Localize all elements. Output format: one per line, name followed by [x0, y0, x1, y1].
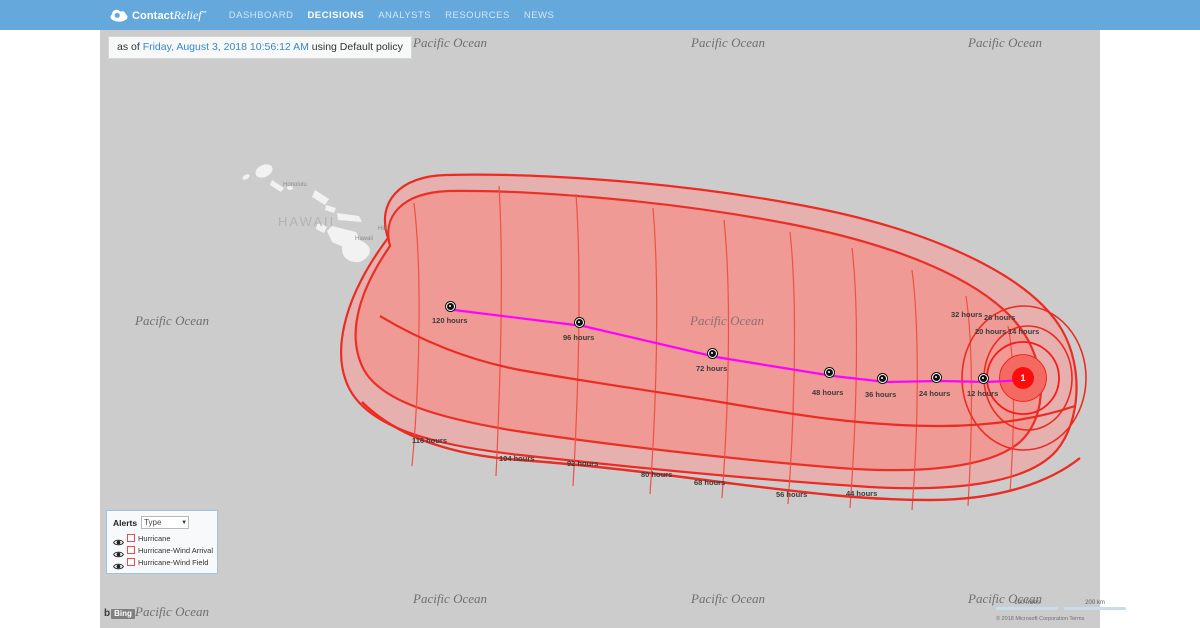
alert-label: Hurricane-Wind Field	[138, 557, 209, 567]
alert-label: Hurricane	[138, 533, 171, 543]
nav-link-resources[interactable]: RESOURCES	[445, 10, 510, 21]
brand-logo[interactable]: ContactRelief™	[110, 0, 207, 30]
alert-color-swatch[interactable]	[127, 558, 135, 566]
brand-primary: Contact	[132, 9, 174, 22]
hurricane-map[interactable]: Pacific Ocean Pacific Ocean Pacific Ocea…	[100, 30, 1100, 628]
map-scale-bar: 100 miles 200 km	[996, 600, 1126, 610]
scale-label-miles: 100 miles	[1014, 600, 1040, 606]
chevron-down-icon: ▼	[181, 519, 188, 526]
eye-icon[interactable]	[113, 534, 124, 545]
scale-bar-miles	[996, 607, 1058, 610]
contactrelief-decisions-page: ContactRelief™ DASHBOARD DECISIONS ANALY…	[0, 0, 1200, 628]
track-point-48h[interactable]	[825, 368, 834, 377]
storm-center-marker[interactable]: 1	[1012, 367, 1034, 389]
track-point-12h[interactable]	[979, 374, 988, 383]
brand-text: ContactRelief™	[132, 8, 207, 23]
map-attribution[interactable]: © 2018 Microsoft Corporation Terms	[996, 616, 1084, 622]
nav-link-news[interactable]: NEWS	[524, 10, 555, 21]
alert-color-swatch[interactable]	[127, 546, 135, 554]
eye-icon[interactable]	[113, 558, 124, 569]
alerts-type-value: Type	[144, 518, 162, 527]
alert-color-swatch[interactable]	[127, 534, 135, 542]
nav-link-decisions[interactable]: DECISIONS	[307, 10, 364, 21]
alerts-title: Alerts	[113, 517, 138, 528]
alerts-header: Alerts Type ▼	[113, 516, 211, 529]
track-point-24h[interactable]	[932, 373, 941, 382]
alert-legend-row[interactable]: Hurricane-Wind Field	[113, 556, 211, 569]
track-point-120h[interactable]	[446, 302, 455, 311]
bing-wordmark: Bing	[111, 608, 135, 619]
nav-links: DASHBOARD DECISIONS ANALYSTS RESOURCES N…	[229, 10, 555, 21]
nav-link-analysts[interactable]: ANALYSTS	[378, 10, 431, 21]
hawaii-islands	[242, 164, 370, 263]
alert-legend-row[interactable]: Hurricane	[113, 532, 211, 545]
as-of-suffix: using Default policy	[311, 41, 403, 53]
as-of-prefix: as of	[117, 41, 140, 53]
top-navigation-bar: ContactRelief™ DASHBOARD DECISIONS ANALY…	[0, 0, 1200, 30]
alerts-legend-panel[interactable]: Alerts Type ▼ Hurricane Hurricane-Wind A…	[106, 510, 218, 574]
scale-label-km: 200 km	[1085, 600, 1105, 606]
as-of-timestamp[interactable]: Friday, August 3, 2018 10:56:12 AM	[143, 41, 309, 53]
track-point-96h[interactable]	[575, 318, 584, 327]
alert-legend-row[interactable]: Hurricane-Wind Arrival	[113, 544, 214, 557]
as-of-banner: as of Friday, August 3, 2018 10:56:12 AM…	[108, 36, 412, 59]
brand-secondary: Relief	[173, 7, 202, 22]
right-gutter	[1100, 30, 1200, 628]
eye-icon[interactable]	[113, 546, 124, 557]
scale-unit-miles: 100 miles	[996, 600, 1058, 610]
scale-unit-km: 200 km	[1064, 600, 1126, 610]
bing-mark: b	[104, 608, 111, 619]
track-point-36h[interactable]	[878, 374, 887, 383]
alerts-type-select[interactable]: Type ▼	[141, 516, 190, 529]
track-point-72h[interactable]	[708, 349, 717, 358]
bing-logo[interactable]: b Bing	[104, 608, 135, 619]
cloud-icon	[110, 9, 128, 22]
alert-label: Hurricane-Wind Arrival	[138, 545, 214, 555]
scale-bar-km	[1064, 607, 1126, 610]
left-gutter	[0, 30, 100, 628]
brand-trademark: ™	[201, 9, 207, 16]
nav-link-dashboard[interactable]: DASHBOARD	[229, 10, 294, 21]
map-graphics-layer	[242, 164, 1087, 511]
